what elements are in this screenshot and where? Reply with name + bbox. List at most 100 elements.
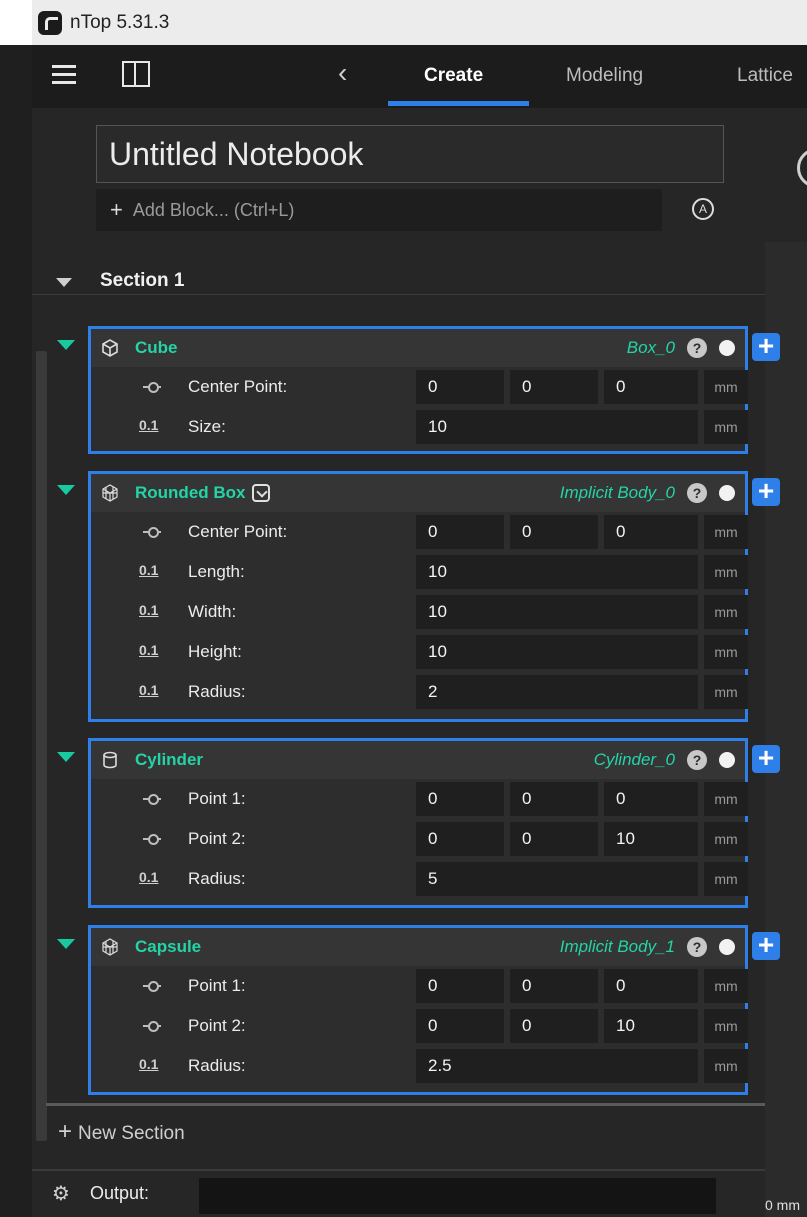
param-row: 0.1 Height: 10 mm bbox=[91, 632, 748, 672]
add-block-after-button[interactable]: + bbox=[752, 332, 780, 361]
z-field[interactable]: 0 bbox=[604, 969, 698, 1003]
output-label: Output: bbox=[90, 1183, 150, 1203]
panel-toggle-icon[interactable] bbox=[122, 61, 150, 87]
param-label: Point 2: bbox=[188, 1016, 246, 1035]
block-header[interactable]: Rounded Box Implicit Body_0 ? bbox=[91, 474, 745, 512]
block-collapse-caret-icon[interactable] bbox=[57, 752, 75, 762]
value-field[interactable]: 10 bbox=[416, 555, 698, 589]
block-header[interactable]: Cylinder Cylinder_0 ? bbox=[91, 741, 745, 779]
block-cylinder[interactable]: Cylinder Cylinder_0 ? Point 1: 0 0 0 mm … bbox=[57, 738, 748, 908]
block-variable-name[interactable]: Box_0 bbox=[627, 338, 675, 358]
plus-icon: + bbox=[58, 1118, 73, 1145]
visibility-dot-icon[interactable] bbox=[719, 340, 735, 356]
new-section-button[interactable]: + New Section bbox=[58, 1118, 185, 1146]
x-field[interactable]: 0 bbox=[416, 969, 504, 1003]
add-block-after-button[interactable]: + bbox=[752, 931, 780, 960]
block-rounded-box[interactable]: Rounded Box Implicit Body_0 ? Center Poi… bbox=[57, 471, 748, 722]
z-field[interactable]: 0 bbox=[604, 515, 698, 549]
block-name: Cylinder bbox=[135, 750, 204, 769]
tab-modeling[interactable]: Modeling bbox=[566, 65, 643, 87]
add-block-after-button[interactable]: + bbox=[752, 477, 780, 506]
visibility-dot-icon[interactable] bbox=[719, 752, 735, 768]
unit-label[interactable]: mm bbox=[704, 595, 748, 629]
unit-label[interactable]: mm bbox=[704, 782, 748, 816]
left-margin bbox=[0, 0, 32, 1217]
unit-label[interactable]: mm bbox=[704, 515, 748, 549]
visibility-dot-icon[interactable] bbox=[719, 485, 735, 501]
help-icon[interactable]: ? bbox=[687, 937, 707, 957]
menu-icon[interactable] bbox=[52, 65, 76, 85]
z-field[interactable]: 10 bbox=[604, 1009, 698, 1043]
unit-label[interactable]: mm bbox=[704, 969, 748, 1003]
viewport-panel[interactable]: 0 mm bbox=[765, 108, 807, 1217]
unit-label[interactable]: mm bbox=[704, 410, 748, 444]
block-collapse-caret-icon[interactable] bbox=[57, 485, 75, 495]
notebook-title-input[interactable]: Untitled Notebook bbox=[96, 125, 724, 183]
block-header[interactable]: Capsule Implicit Body_1 ? bbox=[91, 928, 745, 966]
scalar-icon: 0.1 bbox=[139, 682, 159, 698]
value-field[interactable]: 2.5 bbox=[416, 1049, 698, 1083]
ntop-logo-icon bbox=[38, 10, 62, 35]
section-collapse-caret-icon[interactable] bbox=[56, 278, 72, 287]
y-field[interactable]: 0 bbox=[510, 969, 598, 1003]
visibility-dot-icon[interactable] bbox=[719, 939, 735, 955]
y-field[interactable]: 0 bbox=[510, 370, 598, 404]
tab-create[interactable]: Create bbox=[424, 65, 483, 87]
x-field[interactable]: 0 bbox=[416, 822, 504, 856]
x-field[interactable]: 0 bbox=[416, 782, 504, 816]
unit-label[interactable]: mm bbox=[704, 822, 748, 856]
add-block-after-button[interactable]: + bbox=[752, 744, 780, 773]
param-label: Size: bbox=[188, 417, 226, 436]
chevron-left-icon[interactable]: ‹ bbox=[338, 57, 347, 89]
block-variable-name[interactable]: Implicit Body_1 bbox=[560, 937, 675, 957]
block-header[interactable]: Cube Box_0 ? bbox=[91, 329, 745, 367]
active-tab-indicator bbox=[388, 101, 529, 106]
block-collapse-caret-icon[interactable] bbox=[57, 939, 75, 949]
block-capsule[interactable]: Capsule Implicit Body_1 ? Point 1: 0 0 0… bbox=[57, 925, 748, 1095]
block-variable-name[interactable]: Implicit Body_0 bbox=[560, 483, 675, 503]
z-field[interactable]: 10 bbox=[604, 822, 698, 856]
y-field[interactable]: 0 bbox=[510, 515, 598, 549]
param-label: Width: bbox=[188, 602, 237, 621]
help-icon[interactable]: ? bbox=[687, 750, 707, 770]
block-collapse-caret-icon[interactable] bbox=[57, 340, 75, 350]
x-field[interactable]: 0 bbox=[416, 515, 504, 549]
x-field[interactable]: 0 bbox=[416, 370, 504, 404]
y-field[interactable]: 0 bbox=[510, 822, 598, 856]
block-cube[interactable]: Cube Box_0 ? Center Point: 0 0 0 mm 0.1 … bbox=[57, 326, 748, 454]
unit-label[interactable]: mm bbox=[704, 370, 748, 404]
output-field[interactable] bbox=[199, 1178, 716, 1214]
unit-label[interactable]: mm bbox=[704, 1049, 748, 1083]
add-block-input[interactable]: + Add Block... (Ctrl+L) bbox=[96, 189, 662, 231]
help-icon[interactable]: ? bbox=[687, 338, 707, 358]
value-field[interactable]: 2 bbox=[416, 675, 698, 709]
auto-update-icon[interactable]: A bbox=[692, 198, 714, 220]
z-field[interactable]: 0 bbox=[604, 370, 698, 404]
y-field[interactable]: 0 bbox=[510, 1009, 598, 1043]
unit-label[interactable]: mm bbox=[704, 862, 748, 896]
chevron-down-icon[interactable] bbox=[251, 484, 270, 502]
param-row: Point 2: 0 0 10 mm bbox=[91, 819, 748, 859]
unit-label[interactable]: mm bbox=[704, 675, 748, 709]
value-field[interactable]: 10 bbox=[416, 410, 698, 444]
tab-lattice[interactable]: Lattice bbox=[737, 65, 793, 87]
output-icon: ⚙ bbox=[52, 1183, 70, 1205]
view-cube-icon[interactable] bbox=[797, 148, 807, 188]
x-field[interactable]: 0 bbox=[416, 1009, 504, 1043]
notebook-scrollbar[interactable] bbox=[36, 351, 47, 1141]
help-icon[interactable]: ? bbox=[687, 483, 707, 503]
value-field[interactable]: 10 bbox=[416, 635, 698, 669]
z-field[interactable]: 0 bbox=[604, 782, 698, 816]
y-field[interactable]: 0 bbox=[510, 782, 598, 816]
implicit-body-icon bbox=[99, 482, 121, 504]
scalar-icon: 0.1 bbox=[139, 417, 159, 433]
scalar-icon: 0.1 bbox=[139, 642, 159, 658]
unit-label[interactable]: mm bbox=[704, 555, 748, 589]
unit-label[interactable]: mm bbox=[704, 1009, 748, 1043]
unit-label[interactable]: mm bbox=[704, 635, 748, 669]
param-row: 0.1 Radius: 2.5 mm bbox=[91, 1046, 748, 1086]
block-variable-name[interactable]: Cylinder_0 bbox=[594, 750, 675, 770]
param-row: 0.1 Radius: 5 mm bbox=[91, 859, 748, 899]
value-field[interactable]: 10 bbox=[416, 595, 698, 629]
value-field[interactable]: 5 bbox=[416, 862, 698, 896]
